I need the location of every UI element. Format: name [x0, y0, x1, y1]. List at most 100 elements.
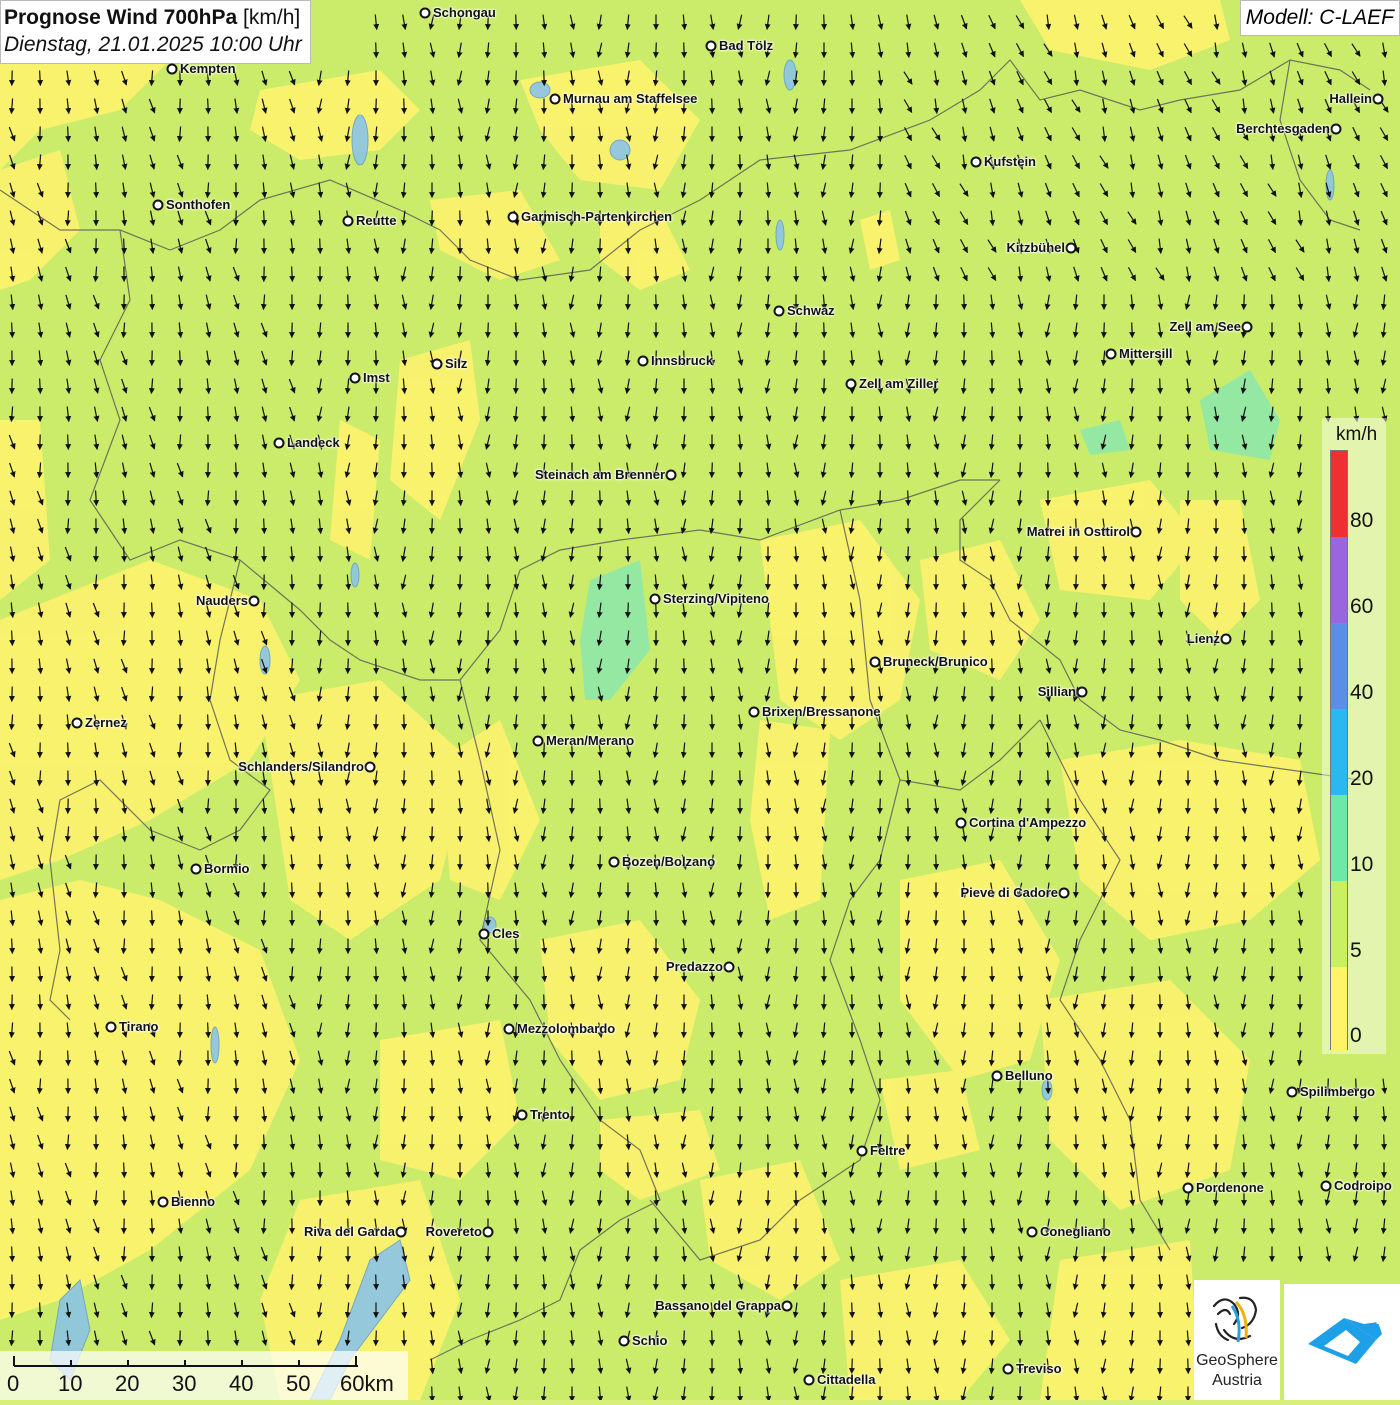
wind-arrow	[376, 1275, 377, 1290]
wind-arrow	[516, 379, 517, 394]
city-marker-bormio	[191, 864, 202, 875]
city-label-zell-am-see: Zell am See	[1169, 319, 1241, 334]
wind-arrow	[236, 155, 237, 170]
city-marker-murnau-am-staffelsee	[550, 94, 561, 105]
wind-arrow	[656, 659, 657, 674]
wind-arrow	[1272, 295, 1273, 310]
wind-arrow	[796, 1191, 797, 1206]
wind-arrow	[432, 155, 433, 170]
city-marker-zernez	[72, 718, 83, 729]
legend-seg-0-5	[1331, 967, 1347, 1051]
wind-arrow	[404, 1331, 405, 1346]
wind-arrow	[852, 127, 853, 142]
wind-arrow	[460, 519, 461, 534]
scale-label-0: 0	[7, 1371, 19, 1397]
title-box: Prognose Wind 700hPa [km/h] Dienstag, 21…	[0, 0, 311, 64]
wind-arrow	[656, 1275, 657, 1290]
wind-arrow	[516, 1247, 517, 1262]
city-label-steinach-am-brenner: Steinach am Brenner	[535, 467, 665, 482]
wind-arrow	[96, 183, 97, 198]
wind-arrow	[376, 967, 377, 982]
wind-arrow	[1104, 939, 1105, 954]
wind-arrow	[1188, 435, 1189, 450]
app-link-button[interactable]	[1284, 1284, 1400, 1400]
wind-arrow	[1216, 799, 1217, 814]
wind-arrow	[572, 183, 573, 198]
city-label-innsbruck: Innsbruck	[651, 353, 713, 368]
wind-arrow	[40, 379, 41, 394]
wind-arrow	[376, 407, 377, 422]
geosphere-logo[interactable]: GeoSphere Austria	[1194, 1280, 1280, 1400]
legend-label-80: 80	[1350, 509, 1373, 533]
legend-seg-60-80	[1331, 537, 1347, 623]
wind-arrow	[1076, 1135, 1077, 1150]
wind-arrow	[152, 911, 153, 926]
city-label-codroipo: Codroipo	[1334, 1178, 1392, 1193]
wind-arrow	[628, 1219, 629, 1234]
wind-arrow	[684, 43, 685, 58]
wind-arrow	[376, 99, 377, 114]
geosphere-logo-icon	[1194, 1284, 1280, 1354]
wind-arrow	[1160, 435, 1161, 450]
city-label-treviso: Treviso	[1016, 1361, 1062, 1376]
wind-arrow	[1160, 1303, 1161, 1318]
wind-arrow	[236, 1079, 237, 1094]
wind-arrow	[1132, 687, 1133, 702]
wind-arrow	[852, 1303, 853, 1318]
city-label-riva-del-garda: Riva del Garda	[304, 1224, 395, 1239]
wind-arrow	[740, 771, 741, 786]
map-title: Prognose Wind 700hPa [km/h]	[4, 4, 302, 31]
city-marker-pordenone	[1183, 1183, 1194, 1194]
wind-arrow	[768, 267, 769, 282]
wind-arrow	[376, 1023, 377, 1038]
logo-text-geosphere: GeoSphere	[1194, 1352, 1280, 1370]
city-label-cittadella: Cittadella	[817, 1372, 876, 1387]
wind-arrow	[740, 519, 741, 534]
city-label-imst: Imst	[363, 370, 390, 385]
wind-arrow	[348, 911, 349, 926]
city-marker-berchtesgaden	[1331, 124, 1342, 135]
wind-arrow	[880, 491, 881, 506]
wind-arrow	[712, 407, 713, 422]
city-marker-cortina-d-ampezzo	[956, 818, 967, 829]
wind-arrow	[992, 407, 993, 422]
city-label-schwaz: Schwaz	[787, 303, 835, 318]
wind-arrow	[320, 911, 321, 926]
wind-arrow	[1020, 463, 1021, 478]
wind-arrow	[376, 1331, 377, 1346]
wind-arrow	[852, 1051, 853, 1066]
wind-arrow	[600, 239, 601, 254]
wind-arrow	[852, 435, 853, 450]
wind-arrow	[628, 911, 629, 926]
city-label-schio: Schio	[632, 1333, 667, 1348]
wind-arrow	[880, 127, 881, 142]
wind-arrow	[1384, 1191, 1385, 1206]
wind-arrow	[572, 435, 573, 450]
wind-arrow	[740, 827, 741, 842]
wind-arrow	[208, 1331, 209, 1346]
wind-arrow	[712, 99, 713, 114]
city-marker-schongau	[420, 8, 431, 19]
city-marker-rovereto	[483, 1227, 494, 1238]
wind-arrow	[572, 799, 573, 814]
city-marker-pieve-di-cadore	[1059, 888, 1070, 899]
wind-arrow	[852, 743, 853, 758]
wind-arrow	[740, 155, 741, 170]
wind-arrow	[1272, 911, 1273, 926]
wind-arrow	[1076, 575, 1077, 590]
city-marker-treviso	[1003, 1364, 1014, 1375]
city-marker-belluno	[992, 1071, 1003, 1082]
wind-arrow	[432, 827, 433, 842]
wind-arrow	[124, 1163, 125, 1178]
city-marker-codroipo	[1321, 1181, 1332, 1192]
wind-arrow	[796, 883, 797, 898]
city-label-nauders: Nauders	[196, 593, 248, 608]
wind-arrow	[544, 127, 545, 142]
city-label-murnau-am-staffelsee: Murnau am Staffelsee	[563, 91, 697, 106]
wind-arrow	[572, 1051, 573, 1066]
wind-arrow	[1272, 603, 1273, 618]
wind-arrow	[40, 71, 41, 86]
wind-arrow	[40, 1303, 41, 1318]
wind-arrow	[600, 1163, 601, 1178]
city-marker-bassano-del-grappa	[782, 1301, 793, 1312]
